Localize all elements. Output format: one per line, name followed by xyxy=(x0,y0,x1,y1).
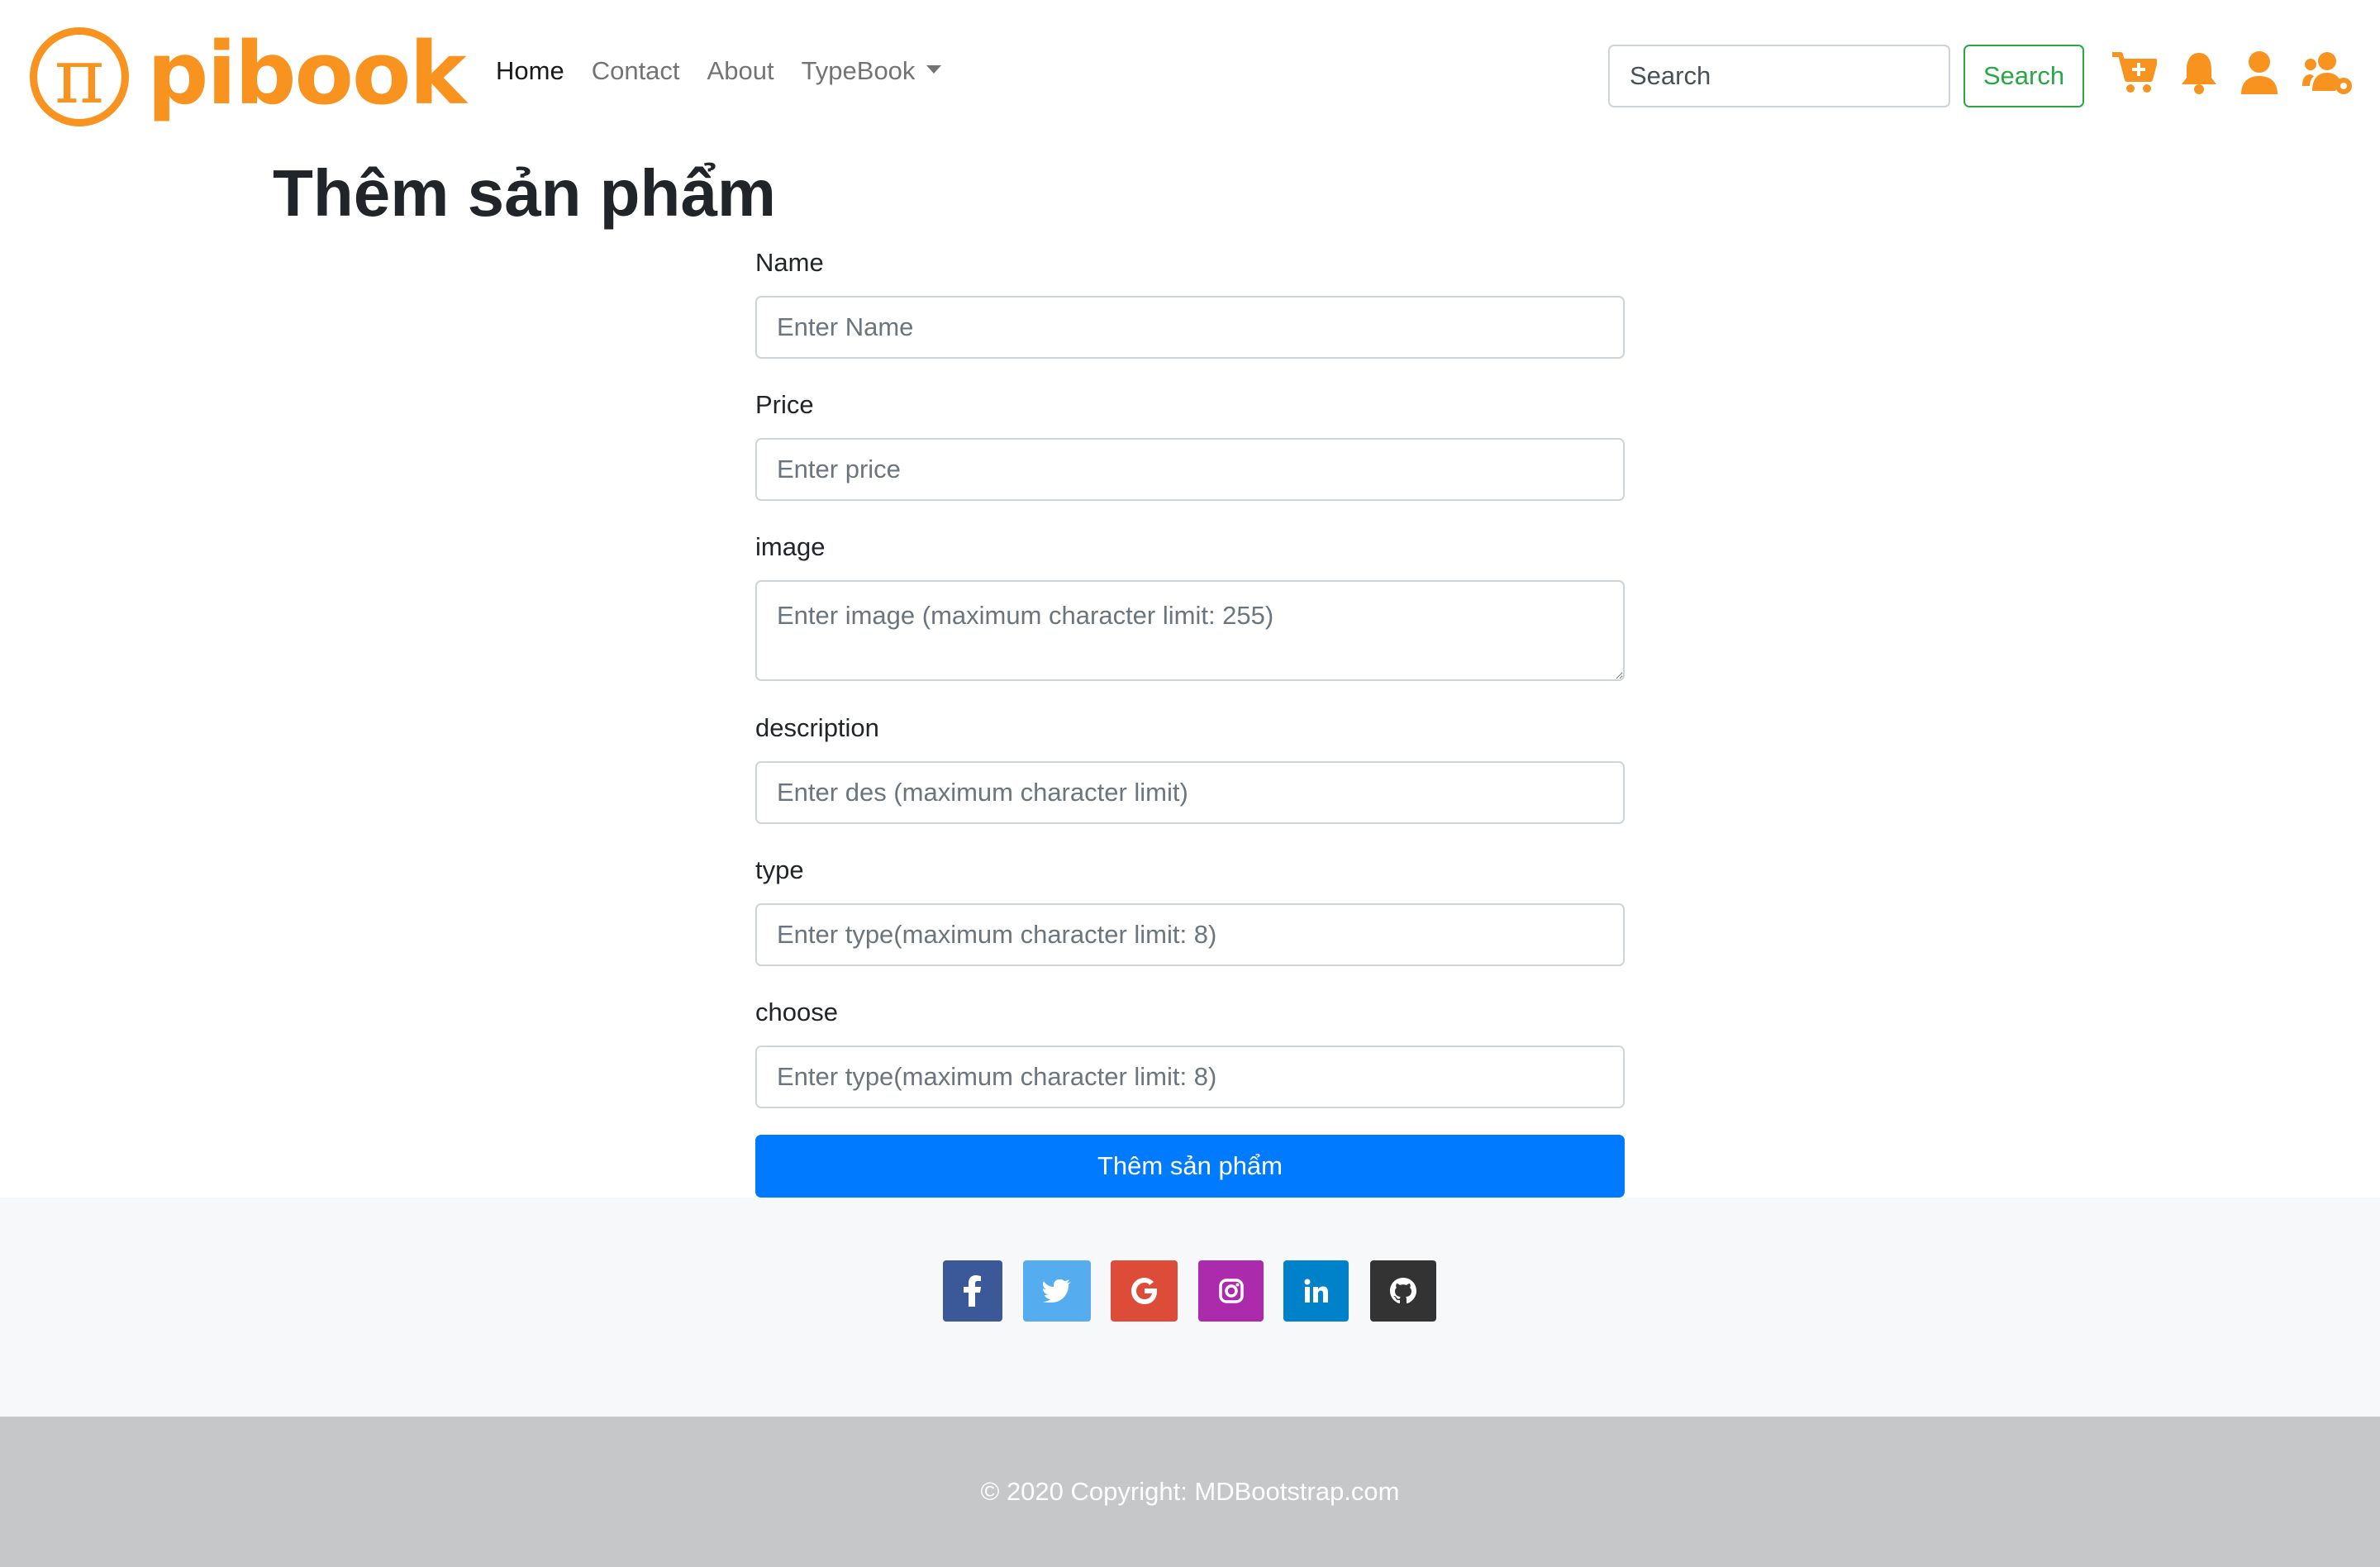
name-input[interactable] xyxy=(755,296,1625,359)
cart-plus-icon[interactable] xyxy=(2111,50,2157,99)
brand-name: pibook xyxy=(147,23,467,124)
type-input[interactable] xyxy=(755,903,1625,966)
nav-link-contact[interactable]: Contact xyxy=(592,56,680,86)
nav-link-home[interactable]: Home xyxy=(496,56,564,86)
choose-input[interactable] xyxy=(755,1045,1625,1108)
github-icon[interactable] xyxy=(1370,1260,1436,1322)
facebook-icon[interactable] xyxy=(943,1260,1002,1322)
page-title: Thêm sản phẩm xyxy=(273,156,777,230)
twitter-icon[interactable] xyxy=(1023,1260,1091,1322)
description-label: description xyxy=(755,713,879,742)
users-cog-icon[interactable] xyxy=(2302,50,2355,99)
price-label: Price xyxy=(755,390,814,419)
add-product-button[interactable]: Thêm sản phẩm xyxy=(755,1135,1625,1198)
google-icon[interactable] xyxy=(1111,1260,1178,1322)
footer-social xyxy=(0,1198,2380,1417)
image-label: image xyxy=(755,532,826,561)
user-icon[interactable] xyxy=(2240,50,2279,99)
choose-label: choose xyxy=(755,998,838,1026)
price-input[interactable] xyxy=(755,438,1625,501)
search-input[interactable] xyxy=(1608,45,1950,107)
search-button[interactable]: Search xyxy=(1963,45,2084,107)
chevron-down-icon xyxy=(926,64,942,74)
type-label: type xyxy=(755,855,804,884)
bell-icon[interactable] xyxy=(2180,50,2218,99)
footer-copyright: © 2020 Copyright: MDBootstrap.com xyxy=(0,1417,2380,1567)
instagram-icon[interactable] xyxy=(1198,1260,1264,1322)
pi-logo-icon: π xyxy=(30,27,129,126)
navbar: π pibook Home Contact About TypeBook Sea… xyxy=(0,0,2380,154)
copyright-text: © 2020 Copyright: MDBootstrap.com xyxy=(980,1477,1400,1506)
nav-dropdown-typebook[interactable]: TypeBook xyxy=(802,56,942,86)
description-input[interactable] xyxy=(755,761,1625,824)
image-textarea[interactable] xyxy=(755,580,1625,681)
brand-logo[interactable]: π pibook xyxy=(30,23,467,127)
name-label: Name xyxy=(755,248,824,277)
nav-dropdown-label: TypeBook xyxy=(801,56,916,85)
linkedin-icon[interactable] xyxy=(1283,1260,1349,1322)
nav-links: Home Contact About TypeBook xyxy=(496,56,969,86)
nav-link-about[interactable]: About xyxy=(707,56,774,86)
